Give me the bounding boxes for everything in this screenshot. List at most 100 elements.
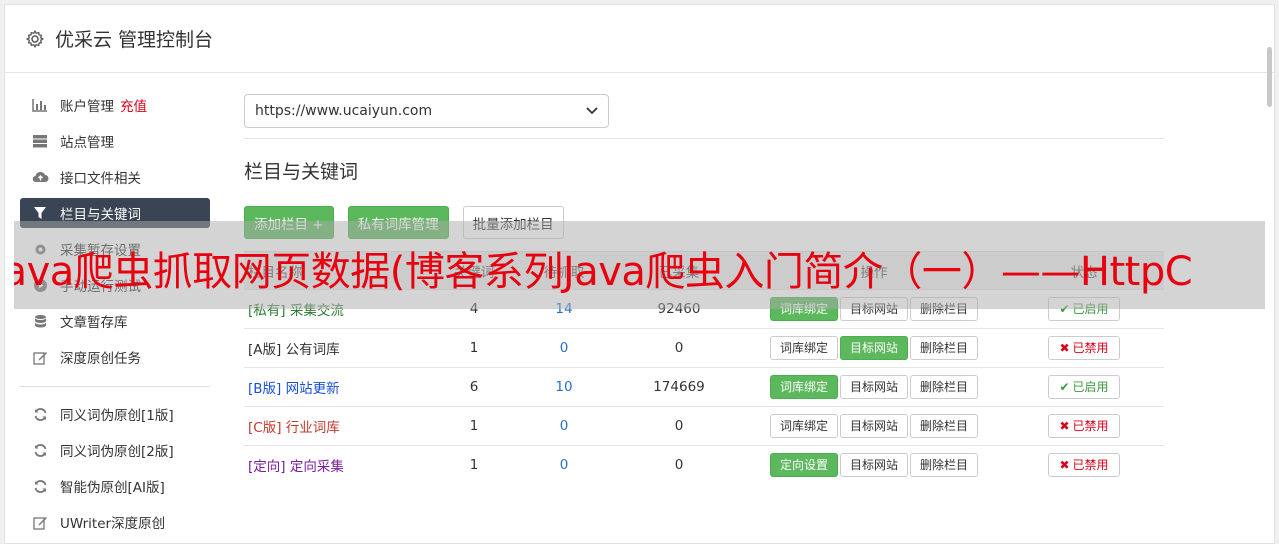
server-icon <box>31 133 49 149</box>
delete-column-button[interactable]: 删除栏目 <box>910 453 979 478</box>
actions-cell: 词库绑定 目标网站 删除栏目 <box>744 367 1004 407</box>
column-tag: [定向] <box>248 459 286 476</box>
status-label: 已启用 <box>1072 380 1109 394</box>
status-cell: ✔ 已启用 <box>1004 367 1164 407</box>
sidebar-item[interactable]: 深度原创任务 <box>20 342 210 372</box>
column-name[interactable]: 定向采集 <box>290 459 344 475</box>
table-row: [定向] 定向采集 1 0 0 定向设置 目标网站 删除栏目 ✖ 已禁用 <box>244 445 1164 485</box>
bar-chart-icon <box>31 97 49 113</box>
collected-count: 174669 <box>614 367 744 407</box>
lexicon-bind-button[interactable]: 词库绑定 <box>769 336 838 360</box>
sidebar-item[interactable]: 账户管理 充值 <box>20 90 210 120</box>
refresh-icon <box>31 478 49 494</box>
site-select-value: https://www.ucaiyun.com <box>255 103 433 119</box>
sidebar-item-label: 深度原创任务 <box>60 351 141 367</box>
edit-icon <box>31 514 49 530</box>
column-name-cell: [C版] 行业词库 <box>244 406 434 446</box>
sidebar-item-label: UWriter深度原创 <box>60 516 166 532</box>
table-row: [B版] 网站更新 6 10 174669 词库绑定 目标网站 删除栏目 ✔ 已启用 <box>244 367 1164 407</box>
delete-column-button[interactable]: 删除栏目 <box>910 375 979 399</box>
column-name[interactable]: 行业词库 <box>286 420 340 436</box>
status-cell: ✖ 已禁用 <box>1004 406 1164 446</box>
cross-icon: ✖ <box>1059 341 1070 355</box>
table-row: [C版] 行业词库 1 0 0 词库绑定 目标网站 删除栏目 ✖ 已禁用 <box>244 406 1164 446</box>
recharge-link[interactable]: 充值 <box>120 95 147 115</box>
sidebar-item[interactable]: 接口文件相关 <box>20 162 210 192</box>
column-tag: [B版] <box>248 381 282 397</box>
sidebar-divider <box>20 386 210 387</box>
collected-count: 0 <box>614 328 744 368</box>
status-label: 已禁用 <box>1072 341 1109 355</box>
column-tag: [C版] <box>248 420 282 436</box>
sidebar: 账户管理充值站点管理接口文件相关栏目与关键词采集暂存设置手动运行测试文章暂存库深… <box>20 90 210 543</box>
sidebar-item-label: 同义词伪原创[1版] <box>60 408 174 424</box>
cross-icon: ✖ <box>1059 419 1070 433</box>
refresh-icon <box>31 442 49 458</box>
target-site-button[interactable]: 目标网站 <box>839 375 908 399</box>
sidebar-item-label: 栏目与关键词 <box>60 207 141 223</box>
target-site-button[interactable]: 目标网站 <box>839 336 908 360</box>
table-row: [A版] 公有词库 1 0 0 词库绑定 目标网站 删除栏目 ✖ 已禁用 <box>244 328 1164 368</box>
database-icon <box>31 313 49 329</box>
column-name-cell: [A版] 公有词库 <box>244 328 434 368</box>
title-overlay-banner: java爬虫抓取网页数据(博客系列Java爬虫入门简介（一）——HttpC <box>14 221 1265 309</box>
column-name[interactable]: 网站更新 <box>286 381 340 397</box>
app-title: 优采云 管理控制台 <box>55 29 214 51</box>
keywords-count: 6 <box>434 367 514 407</box>
sidebar-item-label: 接口文件相关 <box>60 171 141 187</box>
delete-column-button[interactable]: 删除栏目 <box>910 414 979 438</box>
keywords-count: 1 <box>434 328 514 368</box>
actions-cell: 词库绑定 目标网站 删除栏目 <box>744 328 1004 368</box>
pending-count[interactable]: 0 <box>514 406 614 446</box>
column-name-cell: [定向] 定向采集 <box>244 445 434 485</box>
lexicon-bind-button[interactable]: 定向设置 <box>769 453 838 478</box>
sidebar-item[interactable]: 文章暂存库 <box>20 306 210 336</box>
status-toggle[interactable]: ✖ 已禁用 <box>1048 453 1120 478</box>
sidebar-item[interactable]: 同义词伪原创[2版] <box>20 435 210 465</box>
cross-icon: ✖ <box>1059 458 1070 473</box>
column-name[interactable]: 公有词库 <box>286 342 340 358</box>
divider <box>244 138 1164 139</box>
refresh-icon <box>31 406 49 422</box>
lexicon-bind-button[interactable]: 词库绑定 <box>769 375 838 399</box>
overlay-text: java爬虫抓取网页数据(博客系列Java爬虫入门简介（一）——HttpC <box>14 249 1193 295</box>
header: 优采云 管理控制台 <box>5 5 1274 73</box>
status-cell: ✖ 已禁用 <box>1004 445 1164 485</box>
sidebar-item-label: 同义词伪原创[2版] <box>60 444 174 460</box>
actions-cell: 定向设置 目标网站 删除栏目 <box>744 445 1004 485</box>
sidebar-item-label: 智能伪原创[AI版] <box>60 480 165 496</box>
pending-count[interactable]: 10 <box>514 367 614 407</box>
column-name-cell: [B版] 网站更新 <box>244 367 434 407</box>
keywords-count: 1 <box>434 445 514 485</box>
pending-count[interactable]: 0 <box>514 445 614 485</box>
target-site-button[interactable]: 目标网站 <box>839 414 908 438</box>
sidebar-item[interactable]: 同义词伪原创[1版] <box>20 399 210 429</box>
status-toggle[interactable]: ✖ 已禁用 <box>1048 414 1120 438</box>
status-label: 已禁用 <box>1072 419 1109 433</box>
cloud-upload-icon <box>31 169 49 185</box>
filter-icon <box>31 205 49 221</box>
sidebar-item[interactable]: 站点管理 <box>20 126 210 156</box>
collected-count: 0 <box>614 406 744 446</box>
sidebar-item[interactable]: 智能伪原创[AI版] <box>20 471 210 501</box>
column-tag: [A版] <box>248 342 282 358</box>
lexicon-bind-button[interactable]: 词库绑定 <box>769 414 838 438</box>
sidebar-item-label: 站点管理 <box>60 135 114 151</box>
sidebar-item-label: 文章暂存库 <box>60 315 128 331</box>
site-select[interactable]: https://www.ucaiyun.com <box>244 94 609 128</box>
keywords-count: 1 <box>434 406 514 446</box>
status-cell: ✖ 已禁用 <box>1004 328 1164 368</box>
sidebar-item[interactable]: UWriter深度原创 <box>20 507 210 537</box>
target-site-button[interactable]: 目标网站 <box>839 453 908 478</box>
section-title: 栏目与关键词 <box>244 161 359 183</box>
pending-count[interactable]: 0 <box>514 328 614 368</box>
status-label: 已禁用 <box>1072 458 1109 473</box>
scrollbar[interactable] <box>1267 47 1272 107</box>
gear-icon <box>26 29 44 48</box>
delete-column-button[interactable]: 删除栏目 <box>910 336 979 360</box>
check-icon: ✔ <box>1059 380 1070 394</box>
sidebar-item-label: 账户管理 <box>60 99 114 115</box>
status-toggle[interactable]: ✖ 已禁用 <box>1048 336 1120 360</box>
status-toggle[interactable]: ✔ 已启用 <box>1048 375 1120 399</box>
actions-cell: 词库绑定 目标网站 删除栏目 <box>744 406 1004 446</box>
